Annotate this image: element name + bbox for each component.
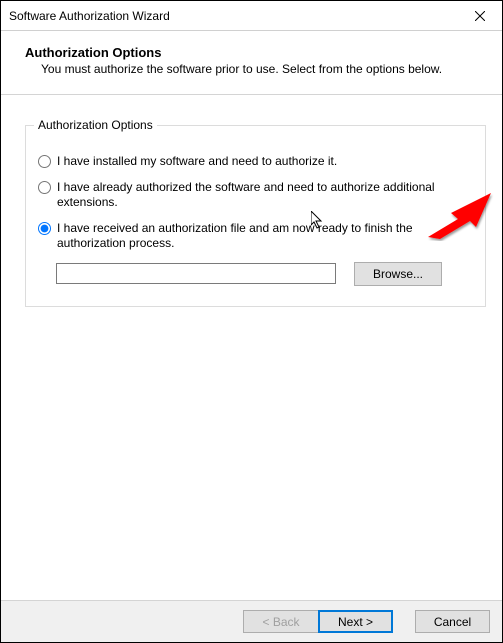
next-button[interactable]: Next > bbox=[318, 610, 393, 633]
page-subtitle: You must authorize the software prior to… bbox=[25, 62, 486, 76]
radio-option-extensions[interactable]: I have already authorized the software a… bbox=[38, 180, 473, 211]
wizard-body: Authorization Options I have installed m… bbox=[1, 95, 502, 307]
radio-install-input[interactable] bbox=[38, 155, 51, 168]
cancel-button[interactable]: Cancel bbox=[415, 610, 490, 633]
title-bar: Software Authorization Wizard bbox=[1, 1, 502, 31]
radio-option-file[interactable]: I have received an authorization file an… bbox=[38, 221, 473, 252]
close-button[interactable] bbox=[457, 1, 502, 30]
wizard-footer: < Back Next > Cancel bbox=[1, 600, 502, 642]
radio-file-label[interactable]: I have received an authorization file an… bbox=[57, 221, 473, 252]
radio-option-install[interactable]: I have installed my software and need to… bbox=[38, 154, 473, 170]
radio-extensions-input[interactable] bbox=[38, 181, 51, 194]
back-button: < Back bbox=[243, 610, 318, 633]
page-title: Authorization Options bbox=[25, 45, 486, 60]
window-title: Software Authorization Wizard bbox=[9, 9, 170, 23]
authorization-file-input[interactable] bbox=[56, 263, 336, 284]
authorization-options-group: Authorization Options I have installed m… bbox=[25, 125, 486, 307]
group-legend: Authorization Options bbox=[34, 118, 157, 132]
radio-file-input[interactable] bbox=[38, 222, 51, 235]
radio-install-label[interactable]: I have installed my software and need to… bbox=[57, 154, 337, 170]
wizard-header: Authorization Options You must authorize… bbox=[1, 31, 502, 95]
nav-group: < Back Next > bbox=[243, 610, 393, 633]
browse-button[interactable]: Browse... bbox=[354, 262, 442, 286]
close-icon bbox=[475, 11, 485, 21]
radio-extensions-label[interactable]: I have already authorized the software a… bbox=[57, 180, 473, 211]
file-row: Browse... bbox=[38, 262, 473, 286]
